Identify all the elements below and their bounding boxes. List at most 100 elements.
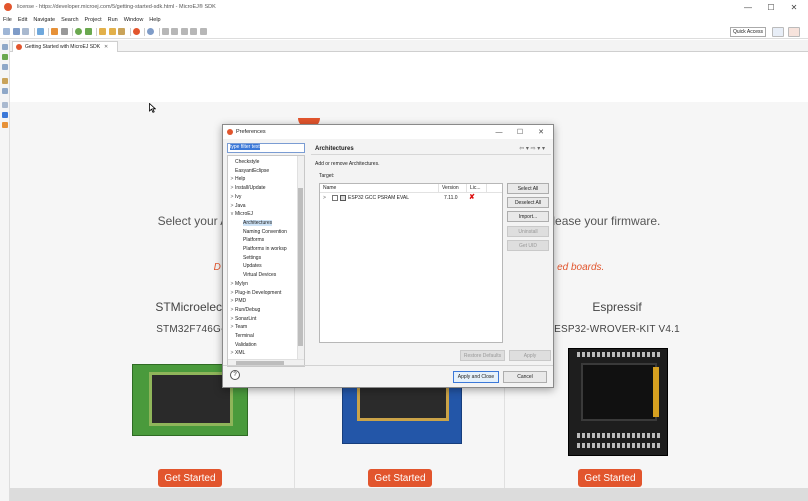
perspective-icon[interactable]	[772, 27, 784, 37]
tree-item[interactable]: Validation	[229, 341, 257, 349]
tree-item[interactable]: Virtual Devices	[237, 271, 276, 279]
tree-item[interactable]: > Ivy	[229, 193, 242, 201]
cancel-button[interactable]: Cancel	[503, 371, 547, 383]
get-started-button-stm[interactable]: Get Started	[158, 469, 222, 487]
toolbar-separator	[144, 27, 145, 36]
tree-item[interactable]: > XML	[229, 349, 246, 357]
tree-item[interactable]: Checkstyle	[229, 158, 259, 166]
new-icon[interactable]	[3, 28, 10, 35]
preferences-dialog: Preferences — ☐ ✕ type filter text Check…	[222, 124, 554, 388]
save-icon[interactable]	[12, 28, 20, 35]
tree-item[interactable]: > SonarLint	[229, 315, 257, 323]
run-icon[interactable]	[75, 28, 82, 35]
menu-navigate[interactable]: Navigate	[33, 17, 55, 23]
apply-button[interactable]: Apply	[509, 350, 551, 361]
next-annotation-icon[interactable]	[161, 28, 169, 35]
tree-item[interactable]: > Mylyn	[229, 280, 249, 288]
scrollbar-thumb[interactable]	[298, 188, 303, 346]
row-checkbox[interactable]	[332, 195, 338, 201]
minimize-button[interactable]: —	[737, 0, 759, 14]
preferences-tree[interactable]: Checkstyle EasyantEclipse > Help > Install/Up…	[227, 155, 305, 367]
table-row[interactable]: > ESP32 GCC PSRAM EVAL 7.11.0 ✘	[320, 194, 502, 203]
problems-icon[interactable]	[2, 102, 8, 108]
package-explorer-icon[interactable]	[2, 44, 8, 50]
menu-edit[interactable]: Edit	[18, 17, 27, 23]
tree-item[interactable]: Updates	[237, 262, 262, 270]
menu-window[interactable]: Window	[124, 17, 144, 23]
get-uid-button[interactable]: Get UID	[507, 240, 549, 251]
tree-item[interactable]: > Java	[229, 202, 246, 210]
column-header-license[interactable]: Lic...	[470, 185, 481, 191]
settings-icon[interactable]	[60, 28, 68, 35]
monitor-icon[interactable]	[2, 112, 8, 118]
outline-icon[interactable]	[2, 54, 8, 60]
uninstall-button[interactable]: Uninstall	[507, 226, 549, 237]
board-header-strip	[653, 367, 659, 417]
tree-item[interactable]: > Run/Debug	[229, 306, 261, 314]
get-started-button-esp32[interactable]: Get Started	[578, 469, 642, 487]
open-type-icon[interactable]	[108, 28, 116, 35]
tree-item[interactable]: Architectures	[237, 219, 273, 227]
tree-item[interactable]: Naming Convention	[237, 228, 287, 236]
dialog-maximize-button[interactable]: ☐	[510, 126, 530, 138]
menu-search[interactable]: Search	[61, 17, 78, 23]
terminal-icon[interactable]	[36, 28, 44, 35]
tasks-icon[interactable]	[2, 78, 8, 84]
last-edit-icon[interactable]	[180, 28, 188, 35]
tree-item[interactable]: > PMD	[229, 297, 247, 305]
tree-item[interactable]: > Install/Update	[229, 184, 266, 192]
tree-item-label: Architectures	[243, 219, 273, 226]
menu-help[interactable]: Help	[149, 17, 160, 23]
tree-item[interactable]: > Help	[229, 175, 246, 183]
external-tools-icon[interactable]	[118, 28, 125, 35]
save-all-icon[interactable]	[22, 28, 29, 35]
build-icon[interactable]	[51, 28, 58, 35]
filter-input[interactable]: type filter text	[227, 143, 305, 153]
tree-item[interactable]: EasyantEclipse	[229, 167, 269, 175]
quick-access-field[interactable]: Quick Access	[730, 27, 766, 37]
tree-item[interactable]: > Team	[229, 323, 248, 331]
help-icon[interactable]: ?	[230, 370, 240, 380]
deselect-all-button[interactable]: Deselect All	[507, 197, 549, 208]
apply-and-close-button[interactable]: Apply and Close	[453, 371, 499, 383]
import-button[interactable]: Import...	[507, 211, 549, 222]
tree-item[interactable]: Settings	[237, 254, 261, 262]
dialog-minimize-button[interactable]: —	[489, 126, 509, 138]
tree-vertical-scrollbar[interactable]	[297, 156, 304, 359]
dialog-close-button[interactable]: ✕	[531, 126, 551, 138]
progress-icon[interactable]	[2, 122, 8, 128]
board-pins	[577, 433, 661, 438]
debug-icon[interactable]	[84, 28, 92, 35]
restore-defaults-button[interactable]: Restore Defaults	[460, 350, 505, 361]
forward-icon[interactable]	[199, 28, 207, 35]
search-icon[interactable]	[147, 28, 154, 35]
preferences-icon	[227, 129, 233, 135]
close-button[interactable]: ✕	[783, 0, 805, 14]
tab-close-icon[interactable]: ✕	[104, 44, 108, 50]
select-all-button[interactable]: Select All	[507, 183, 549, 194]
back-icon[interactable]	[190, 28, 197, 35]
hierarchy-icon[interactable]	[2, 64, 8, 70]
menu-run[interactable]: Run	[108, 17, 118, 23]
microej-icon[interactable]	[132, 28, 140, 35]
column-header-name[interactable]: Name	[323, 185, 336, 191]
tree-item[interactable]: Platforms	[237, 236, 264, 244]
menu-file[interactable]: File	[3, 17, 12, 23]
microej-perspective-icon[interactable]	[788, 27, 800, 37]
prev-annotation-icon[interactable]	[171, 28, 178, 35]
column-header-version[interactable]: Version	[442, 185, 459, 191]
expand-arrow-icon[interactable]: >	[323, 195, 326, 201]
open-folder-icon[interactable]	[99, 28, 106, 35]
menu-project[interactable]: Project	[85, 17, 102, 23]
tree-item[interactable]: Terminal	[229, 332, 254, 340]
tree-item[interactable]: Platforms in worksp	[237, 245, 287, 253]
architectures-table[interactable]: Name Version Lic... > ESP32 GCC PSRAM EV…	[319, 183, 503, 343]
page-nav-arrows-icon[interactable]: ⇦ ▾ ⇨ ▾ ▾	[519, 145, 545, 152]
tree-item[interactable]: > Plug-in Development	[229, 289, 282, 297]
console-icon[interactable]	[2, 88, 8, 94]
get-started-button-nxp[interactable]: Get Started	[368, 469, 432, 487]
tree-item-label: MicroEJ	[235, 211, 254, 218]
tab-getting-started[interactable]: Getting Started with MicroEJ SDK ✕	[12, 41, 118, 52]
maximize-button[interactable]: ☐	[760, 0, 782, 14]
tree-item[interactable]: v MicroEJ	[229, 210, 253, 218]
